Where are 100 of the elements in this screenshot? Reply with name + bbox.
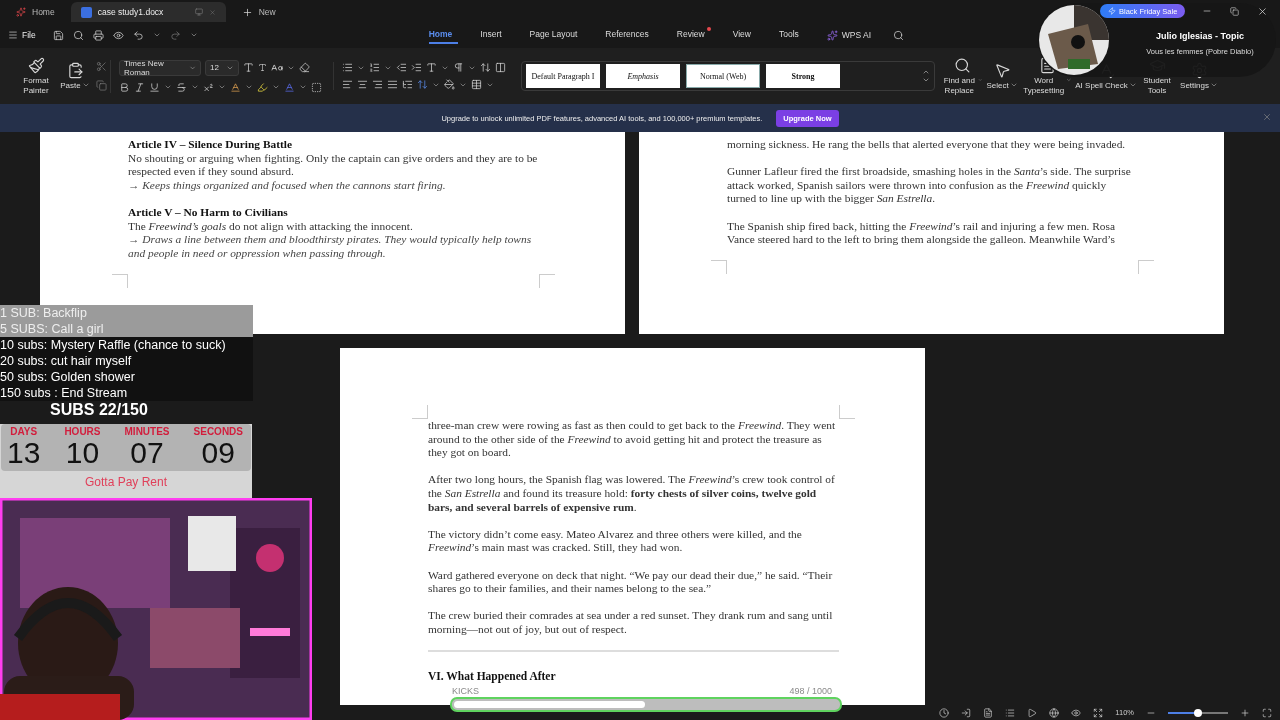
ribbon-tab[interactable]: Page Layout: [529, 26, 584, 44]
superscript-icon[interactable]: [203, 81, 214, 93]
align-left-icon[interactable]: [342, 79, 353, 90]
zoom-thumb[interactable]: [1194, 708, 1202, 717]
caret-icon[interactable]: [152, 31, 161, 39]
countdown-caption: Gotta Pay Rent: [84, 475, 167, 489]
highlighter-icon[interactable]: [257, 81, 268, 93]
ribbon-tab[interactable]: Review: [676, 26, 711, 44]
page-view-icon[interactable]: [983, 707, 994, 718]
align-center-icon[interactable]: [357, 79, 368, 90]
italic-icon[interactable]: [134, 81, 145, 93]
bold-icon[interactable]: [119, 81, 130, 93]
preview-icon[interactable]: [112, 29, 124, 41]
zoom-slider[interactable]: [1168, 711, 1228, 714]
plus-icon[interactable]: [241, 6, 253, 18]
ribbon-tab[interactable]: Tools: [778, 26, 805, 44]
pilcrow-icon[interactable]: [453, 62, 464, 73]
underline-icon[interactable]: [149, 81, 160, 93]
ribbon-tab[interactable]: Insert: [480, 26, 508, 44]
margin-mark: [839, 405, 855, 419]
change-case-icon[interactable]: [271, 61, 283, 74]
eye-icon[interactable]: [1071, 707, 1082, 718]
sub-goal: 1 SUB: Backflip: [0, 305, 253, 321]
grow-font-icon[interactable]: [243, 62, 254, 73]
paragraph: Ward gathered everyone on deck that night. “We pay our dead their due,” he said. “Their shares go to their families, and their names belong to the sea.”: [428, 568, 834, 596]
ribbon-button[interactable]: Find and Replace: [942, 57, 982, 95]
ai-tab[interactable]: WPS AI: [826, 29, 872, 41]
style-option[interactable]: Normal (Web): [686, 64, 760, 88]
font-color-icon[interactable]: [284, 81, 295, 93]
font-select[interactable]: Times New Roman: [119, 59, 201, 76]
caret-icon[interactable]: [272, 83, 280, 91]
ribbon-button[interactable]: Select: [985, 61, 1019, 91]
search-icon[interactable]: [72, 29, 84, 41]
import-icon[interactable]: [961, 707, 972, 718]
caret-icon[interactable]: [218, 83, 226, 91]
scroll-up-icon[interactable]: [922, 68, 930, 76]
caret-icon[interactable]: [164, 83, 172, 91]
menu-icon[interactable]: [8, 30, 18, 40]
kicks-count: 498 / 1000: [789, 686, 832, 697]
ribbon-tab[interactable]: View: [732, 26, 757, 44]
restore-icon[interactable]: [1230, 6, 1239, 16]
style-option[interactable]: Emphasis: [606, 64, 680, 88]
caret-icon[interactable]: [299, 83, 307, 91]
scroll-down-icon[interactable]: [922, 76, 930, 84]
countdown-value: 09: [201, 437, 235, 469]
font-size-select[interactable]: 12: [205, 59, 239, 76]
undo-icon[interactable]: [132, 29, 144, 41]
paintbrush-icon[interactable]: [27, 57, 45, 75]
outdent-icon[interactable]: [396, 62, 407, 73]
history-icon[interactable]: [939, 707, 950, 718]
pointer-icon[interactable]: [993, 61, 1011, 79]
fullscreen-icon[interactable]: [1262, 707, 1272, 718]
sort-icon[interactable]: [480, 62, 491, 73]
redo-icon[interactable]: [169, 29, 181, 41]
fit-icon[interactable]: [1093, 707, 1104, 718]
article-heading: Article V – No Harm to Civilians: [128, 205, 289, 220]
ribbon-tab[interactable]: Home: [428, 26, 459, 44]
caret-icon[interactable]: [189, 31, 198, 39]
align-right-icon[interactable]: [372, 79, 383, 90]
margin-mark: [711, 260, 727, 275]
clipboard-icon[interactable]: [66, 61, 84, 79]
outline-icon[interactable]: [1005, 707, 1016, 718]
text-effect-icon[interactable]: [230, 81, 241, 93]
style-option[interactable]: Default Paragraph I: [526, 64, 600, 88]
close-icon[interactable]: [1257, 5, 1268, 17]
window-tab[interactable]: New: [231, 2, 286, 22]
search-icon[interactable]: [953, 57, 971, 75]
caret-icon[interactable]: [191, 83, 199, 91]
file-menu[interactable]: File: [8, 30, 36, 40]
distribute-icon[interactable]: [402, 79, 413, 90]
window-tab[interactable]: Home: [6, 2, 65, 22]
borders-icon[interactable]: [471, 79, 482, 90]
globe-icon[interactable]: [1049, 707, 1060, 718]
scissors-icon[interactable]: [96, 61, 107, 72]
columns-icon[interactable]: [495, 62, 506, 73]
sparkle-icon[interactable]: [826, 29, 838, 41]
sub-goal: 150 subs : End Stream: [0, 385, 253, 401]
bullets-icon[interactable]: [342, 62, 353, 73]
justify-icon[interactable]: [387, 79, 398, 90]
numbering-icon[interactable]: [369, 62, 380, 73]
ribbon-button[interactable]: Paste: [57, 61, 93, 91]
style-option[interactable]: Strong: [766, 64, 840, 88]
line-spacing-icon[interactable]: [417, 79, 428, 90]
app-logo-icon[interactable]: [16, 7, 26, 17]
shrink-font-icon[interactable]: [258, 63, 267, 72]
character-border-icon[interactable]: [311, 81, 322, 93]
save-icon[interactable]: [52, 29, 64, 41]
ribbon-tab[interactable]: References: [605, 26, 655, 44]
indent-icon[interactable]: [411, 62, 422, 73]
note-text: → Draws a line between them and bloodthirsty pirates. They would typically help towns and people in need or oppression when passing through.: [128, 233, 533, 261]
eraser-icon[interactable]: [299, 62, 310, 73]
caret-icon[interactable]: [245, 83, 253, 91]
zoom-in-icon[interactable]: [1240, 707, 1250, 718]
strikethrough-icon[interactable]: [176, 81, 187, 93]
printer-icon[interactable]: [92, 29, 104, 41]
search-icon[interactable]: [893, 29, 905, 41]
spacing-icon[interactable]: [426, 62, 437, 73]
ribbon-button[interactable]: Format Painter: [18, 57, 54, 95]
play-icon[interactable]: [1027, 707, 1038, 718]
shading-icon[interactable]: [444, 79, 455, 90]
